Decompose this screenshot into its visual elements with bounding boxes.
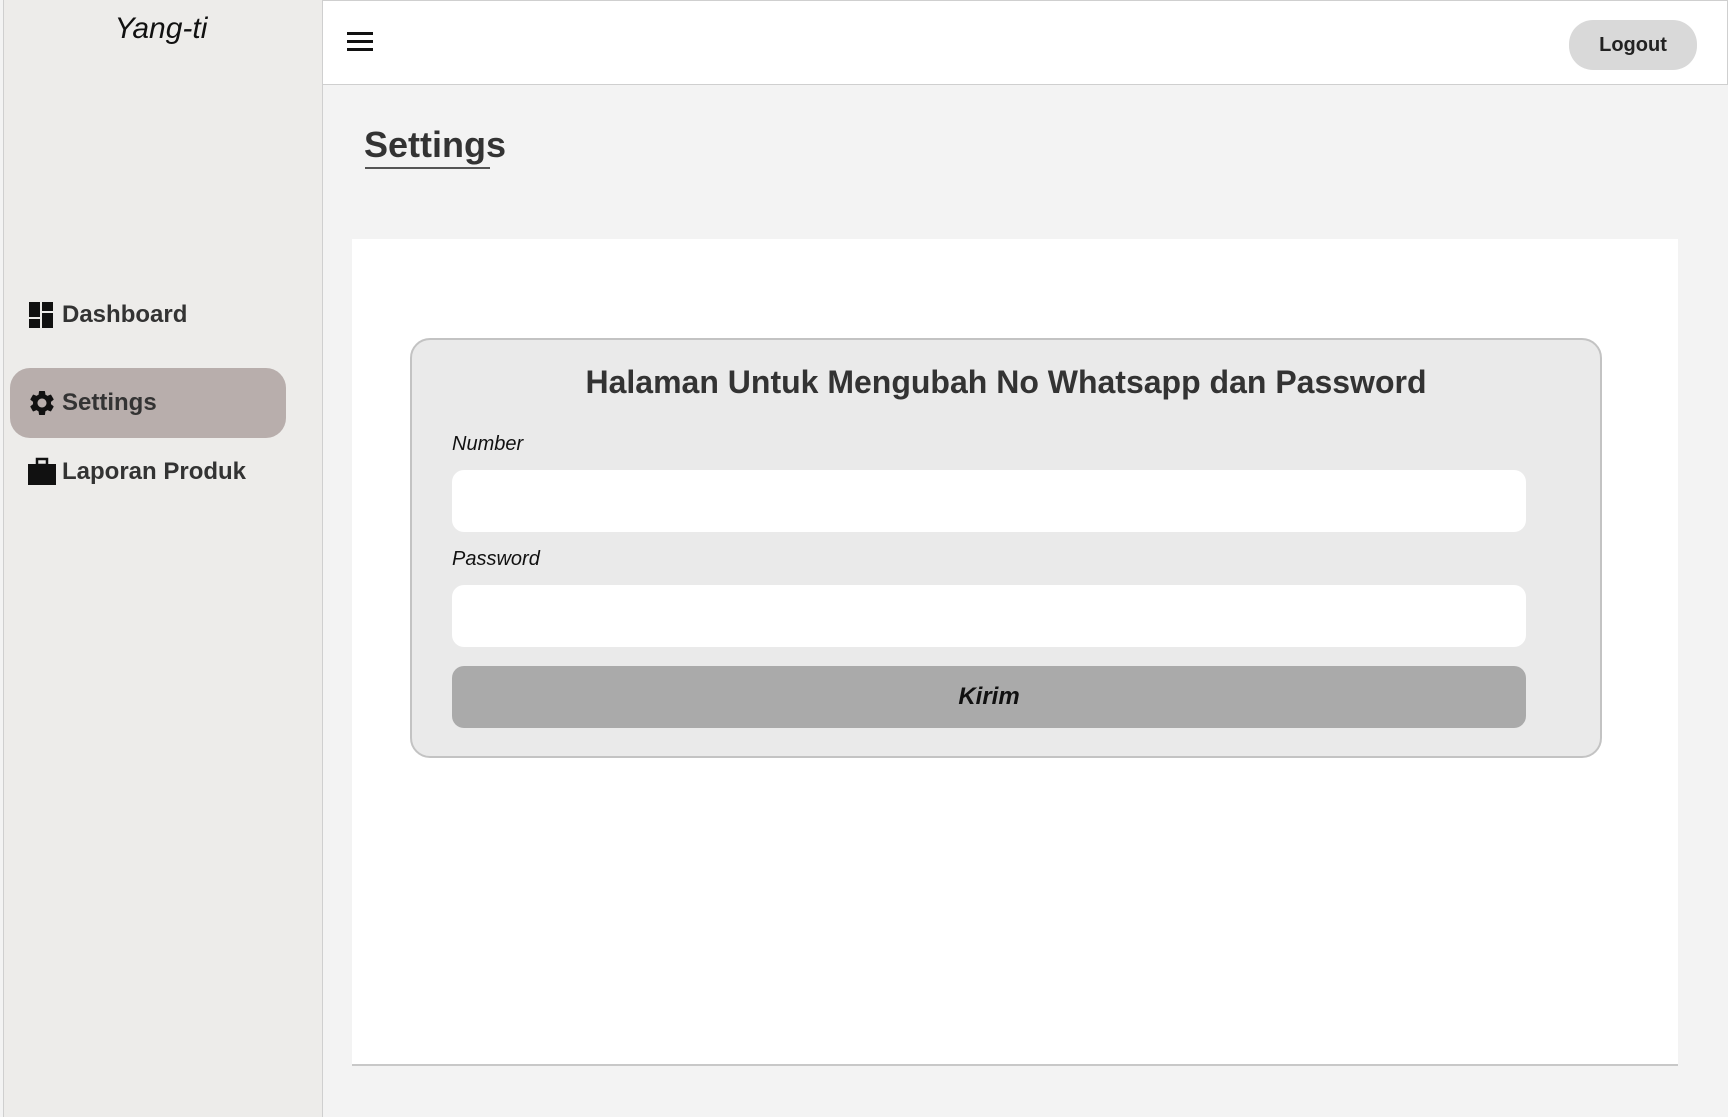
sidebar: Yang-ti Dashboard Settings Laporan Produ… xyxy=(3,0,323,1117)
brand-logo: Yang-ti xyxy=(114,12,208,45)
password-input[interactable] xyxy=(452,585,1526,647)
logout-button[interactable]: Logout xyxy=(1569,20,1697,70)
sidebar-item-laporan-produk[interactable]: Laporan Produk xyxy=(10,437,286,507)
briefcase-icon xyxy=(26,456,58,488)
form-title: Halaman Untuk Mengubah No Whatsapp dan P… xyxy=(585,364,1427,400)
content-panel: Halaman Untuk Mengubah No Whatsapp dan P… xyxy=(352,239,1678,1066)
submit-button[interactable]: Kirim xyxy=(452,666,1526,728)
password-label: Password xyxy=(452,548,540,570)
top-bar: Logout xyxy=(323,0,1728,85)
sidebar-item-label: Dashboard xyxy=(62,301,188,328)
page-title-underline xyxy=(365,167,490,169)
sidebar-item-settings[interactable]: Settings xyxy=(10,368,286,438)
settings-form-card: Halaman Untuk Mengubah No Whatsapp dan P… xyxy=(410,338,1602,758)
sidebar-item-label: Settings xyxy=(62,389,157,416)
sidebar-item-label: Laporan Produk xyxy=(62,458,247,485)
number-input[interactable] xyxy=(452,470,1526,532)
page-title: Settings xyxy=(364,124,507,165)
gear-icon xyxy=(26,387,58,419)
sidebar-item-dashboard[interactable]: Dashboard xyxy=(10,280,286,350)
dashboard-icon xyxy=(26,299,58,331)
hamburger-menu-icon[interactable] xyxy=(345,27,375,57)
number-label: Number xyxy=(452,433,524,455)
